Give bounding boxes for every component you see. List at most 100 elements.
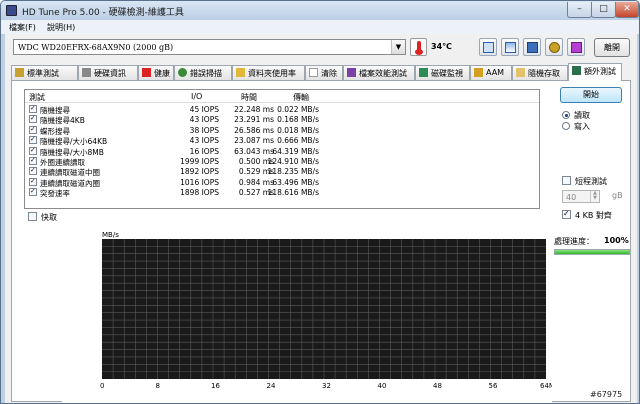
result-row: 連續讀取磁道內圈1016 IOPS0.984 ms63.496 MB/s bbox=[25, 177, 539, 188]
title-bar[interactable]: HD Tune Pro 5.00 - 硬碟檢測-維護工具 – □ ✕ bbox=[1, 1, 639, 20]
result-rate: 0.666 MB/s bbox=[277, 136, 319, 146]
chart-xtick-label: 8 bbox=[156, 382, 160, 390]
result-row: 隨機搜尋/大小64KB43 IOPS23.087 ms0.666 MB/s bbox=[25, 135, 539, 146]
benchmark-icon bbox=[15, 68, 24, 77]
chart-xtick-label: 56 bbox=[489, 382, 498, 390]
save-icon bbox=[527, 42, 538, 53]
header-time: 時間 bbox=[241, 93, 257, 102]
download-icon bbox=[571, 42, 582, 53]
temperature-readout: 34℃ bbox=[431, 42, 452, 51]
tab-benchmark[interactable]: 標準測試 bbox=[11, 65, 78, 80]
random-access-icon bbox=[516, 68, 525, 77]
progress-label: 處理進度： bbox=[554, 237, 594, 246]
result-checkbox[interactable] bbox=[29, 135, 37, 145]
read-radio-dot[interactable] bbox=[562, 111, 570, 119]
short-test-checkbox[interactable]: 短程測試 bbox=[562, 175, 632, 186]
result-rate: 0.022 MB/s bbox=[277, 105, 319, 114]
drive-select[interactable]: WDC WD20EFRX-68AX9N0 (2000 gB) ▼ bbox=[13, 39, 406, 55]
result-row: 隨機搜尋45 IOPS22.248 ms0.022 MB/s bbox=[25, 104, 539, 115]
result-rate: 0.018 MB/s bbox=[277, 125, 319, 135]
quick-checkbox-box[interactable] bbox=[28, 212, 37, 221]
app-icon bbox=[6, 5, 17, 16]
result-checkbox[interactable] bbox=[29, 156, 37, 165]
options-button[interactable] bbox=[545, 38, 563, 56]
result-checkbox[interactable] bbox=[29, 187, 37, 197]
quick-checkbox[interactable]: 快取 bbox=[28, 211, 108, 223]
extra-tests-panel: 測試 I/O 時間 傳輸 隨機搜尋45 IOPS22.248 ms0.022 M… bbox=[11, 80, 632, 403]
menu-help[interactable]: 說明(H) bbox=[47, 22, 75, 33]
results-header: 測試 I/O 時間 傳輸 bbox=[25, 90, 539, 103]
result-time: 22.248 ms bbox=[234, 105, 274, 114]
result-checkbox[interactable] bbox=[29, 166, 37, 176]
result-io: 1016 IOPS bbox=[180, 177, 219, 187]
result-time: 23.087 ms bbox=[234, 136, 274, 146]
result-checkbox[interactable] bbox=[29, 125, 37, 134]
result-io: 1892 IOPS bbox=[180, 167, 219, 177]
chart-xtick-label: 16 bbox=[211, 382, 220, 390]
start-button[interactable]: 開始 bbox=[560, 87, 622, 103]
copy-screenshot-button[interactable] bbox=[501, 38, 519, 56]
progress-value: 100% bbox=[604, 236, 629, 245]
results-table: 測試 I/O 時間 傳輸 隨機搜尋45 IOPS22.248 ms0.022 M… bbox=[24, 89, 540, 209]
maximize-button[interactable]: □ bbox=[591, 2, 616, 18]
result-time: 0.984 ms bbox=[238, 177, 274, 187]
save-button[interactable] bbox=[523, 38, 541, 56]
result-checkbox[interactable] bbox=[29, 146, 37, 155]
result-checkbox[interactable] bbox=[29, 114, 37, 124]
result-checkbox[interactable] bbox=[29, 104, 37, 113]
copy-text-button[interactable] bbox=[479, 38, 497, 56]
tab-health[interactable]: 健康 bbox=[138, 65, 174, 80]
chart-xtick-label: 64MB bbox=[540, 382, 552, 390]
tab-erase[interactable]: 清除 bbox=[305, 65, 343, 80]
tab-file-benchmark[interactable]: 檔案效能測試 bbox=[343, 65, 415, 80]
copy-text-icon bbox=[483, 42, 494, 53]
result-row: 隨機搜尋/大小8MB16 IOPS63.043 ms64.319 MB/s bbox=[25, 146, 539, 157]
align-4kb-checkbox[interactable]: 4 KB 對齊 bbox=[562, 209, 632, 220]
tab-disk-monitor[interactable]: 磁碟監視 bbox=[415, 65, 470, 80]
short-test-checkbox-box[interactable] bbox=[562, 176, 571, 185]
header-io: I/O bbox=[191, 92, 203, 101]
align-4kb-checkbox-box[interactable] bbox=[562, 209, 571, 219]
write-radio[interactable]: 寫入 bbox=[562, 121, 628, 132]
chevron-down-icon[interactable]: ▼ bbox=[391, 40, 405, 54]
tab-info[interactable]: 硬碟資訊 bbox=[78, 65, 138, 80]
write-radio-dot[interactable] bbox=[562, 122, 570, 130]
read-radio[interactable]: 讀取 bbox=[562, 110, 628, 121]
thermometer-icon bbox=[410, 38, 427, 56]
magnifier-icon bbox=[178, 68, 187, 77]
minimize-button[interactable]: – bbox=[567, 2, 592, 18]
result-row: 隨機搜尋4KB43 IOPS23.291 ms0.168 MB/s bbox=[25, 114, 539, 125]
result-io: 1898 IOPS bbox=[180, 188, 219, 198]
transfer-chart: 0 8 16 24 32 40 48 56 64MB MB/s bbox=[62, 227, 552, 403]
download-button[interactable] bbox=[567, 38, 585, 56]
result-io: 1999 IOPS bbox=[180, 157, 219, 166]
tab-folder-usage[interactable]: 資料夾使用率 bbox=[232, 65, 305, 80]
watermark: #67975 bbox=[590, 390, 623, 399]
monitor-icon bbox=[419, 68, 428, 77]
close-button[interactable]: ✕ bbox=[615, 2, 639, 18]
result-rate: 118.616 MB/s bbox=[267, 188, 319, 198]
progress-fill bbox=[555, 250, 629, 254]
tab-aam[interactable]: AAM bbox=[470, 65, 512, 80]
spinner-arrows-icon[interactable]: ▲ ▼ bbox=[590, 191, 599, 202]
health-cross-icon bbox=[142, 68, 151, 77]
result-row: 連續讀取磁道中圈1892 IOPS0.529 ms118.235 MB/s bbox=[25, 166, 539, 177]
menu-file[interactable]: 檔案(F) bbox=[9, 22, 36, 33]
result-checkbox[interactable] bbox=[29, 177, 37, 186]
chart-xtick-label: 0 bbox=[100, 382, 104, 390]
chart-xtick-label: 32 bbox=[322, 382, 331, 390]
options-icon bbox=[549, 42, 560, 53]
options-column: 開始 讀取 寫入 短程測試 40 ▲ ▼ gB ✓ 4 KB 對齊 處理進度： … bbox=[552, 81, 632, 401]
result-row: 外圈連續讀取1999 IOPS0.500 ms124.910 MB/s bbox=[25, 156, 539, 167]
tab-random-access[interactable]: 隨機存取 bbox=[512, 65, 568, 80]
result-time: 63.043 ms bbox=[234, 146, 274, 156]
app-window: HD Tune Pro 5.00 - 硬碟檢測-維護工具 – □ ✕ 檔案(F)… bbox=[0, 0, 640, 404]
tab-error-scan[interactable]: 錯誤掃描 bbox=[174, 65, 232, 80]
tab-extra-tests[interactable]: 額外測試 bbox=[568, 63, 622, 81]
short-test-size-spinner[interactable]: 40 ▲ ▼ bbox=[562, 190, 600, 203]
short-test-unit: gB bbox=[612, 191, 623, 200]
window-title: HD Tune Pro 5.00 - 硬碟檢測-維護工具 bbox=[22, 8, 184, 18]
result-time: 26.586 ms bbox=[234, 125, 274, 135]
result-io: 45 IOPS bbox=[189, 105, 219, 114]
exit-button[interactable]: 離開 bbox=[594, 38, 630, 57]
